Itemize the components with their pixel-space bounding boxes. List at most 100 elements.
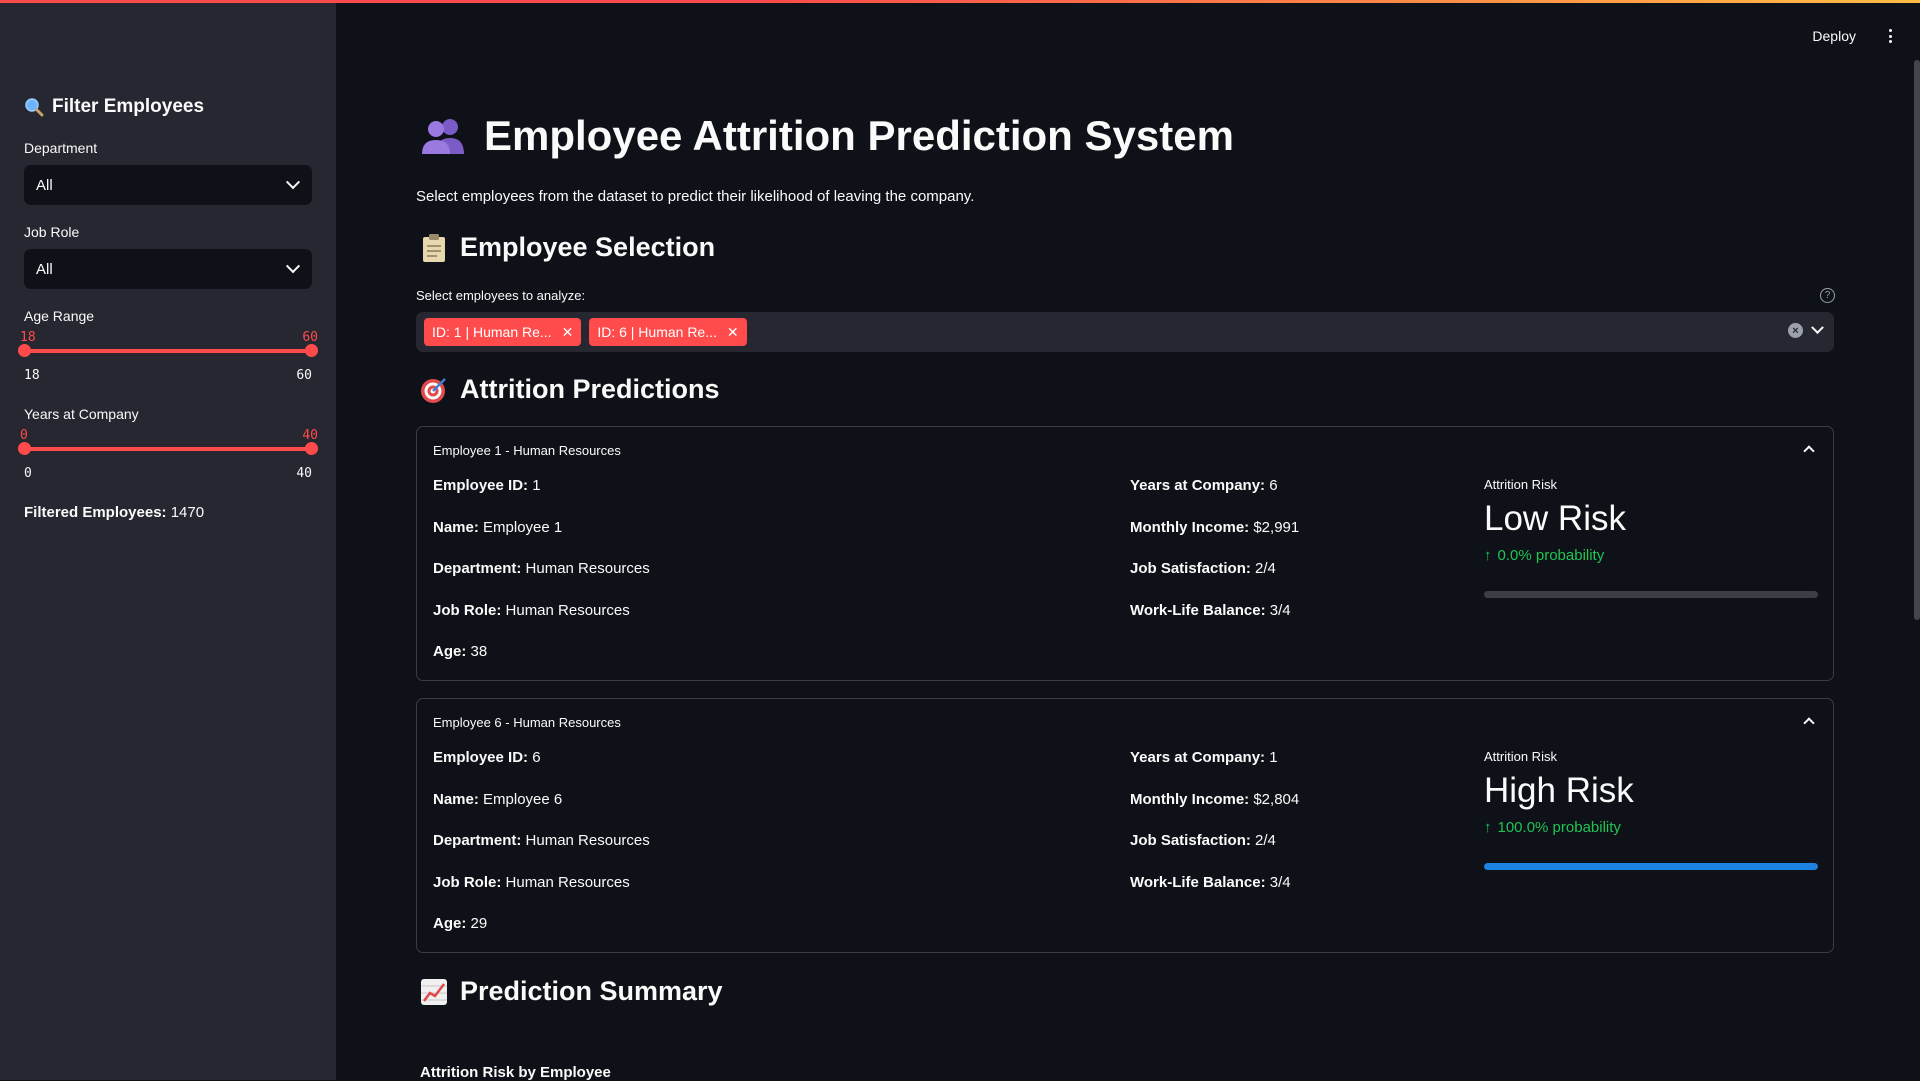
chart-title: Attrition Risk by Employee <box>420 1064 611 1081</box>
job-role-field: Job Role: Human Resources <box>433 602 630 619</box>
years-low-handle[interactable] <box>18 442 31 455</box>
chip-label: ID: 1 | Human Re... <box>432 324 552 340</box>
attrition-predictions-heading: Attrition Predictions <box>420 374 720 405</box>
prediction-summary-heading-text: Prediction Summary <box>460 976 723 1006</box>
work-life-balance-field: Work-Life Balance: 3/4 <box>1130 874 1291 891</box>
years-at-company-label: Years at Company <box>24 406 139 422</box>
age-range-low-handle[interactable] <box>18 344 31 357</box>
name-field: Name: Employee 1 <box>433 519 563 536</box>
filtered-value: 1470 <box>170 504 205 521</box>
years-high-value: 40 <box>302 428 318 443</box>
years-max-tick: 40 <box>296 466 312 481</box>
chip-remove-icon[interactable]: ✕ <box>727 324 739 341</box>
card-header[interactable]: Employee 6 - Human Resources <box>433 715 621 730</box>
metric-delta: ↑ 100.0% probability <box>1484 819 1621 836</box>
app-header-actions: Deploy <box>1806 24 1896 48</box>
target-icon <box>420 376 448 404</box>
department-select[interactable]: All <box>24 165 312 205</box>
years-high-handle[interactable] <box>305 442 318 455</box>
page-title-text: Employee Attrition Prediction System <box>484 112 1234 159</box>
card-header[interactable]: Employee 1 - Human Resources <box>433 443 621 458</box>
age-range-low-value: 18 <box>20 330 36 345</box>
years-at-company-field: Years at Company: 1 <box>1130 749 1278 766</box>
kebab-menu-icon[interactable] <box>1884 26 1896 46</box>
metric-delta: ↑ 0.0% probability <box>1484 547 1604 564</box>
probability-progress-bar <box>1484 591 1818 598</box>
selected-chip[interactable]: ID: 6 | Human Re... ✕ <box>589 318 747 346</box>
selected-chip[interactable]: ID: 1 | Human Re... ✕ <box>424 318 582 346</box>
progress-fill <box>1484 863 1818 870</box>
job-role-label: Job Role <box>24 224 80 240</box>
monthly-income-field: Monthly Income: $2,804 <box>1130 791 1300 808</box>
attrition-predictions-heading-text: Attrition Predictions <box>460 374 720 404</box>
years-at-company-field: Years at Company: 6 <box>1130 477 1278 494</box>
chevron-down-icon <box>285 175 301 190</box>
employee-selection-heading-text: Employee Selection <box>460 232 716 262</box>
age-range-min-tick: 18 <box>24 368 40 383</box>
age-range-high-value: 60 <box>302 330 318 345</box>
department-field: Department: Human Resources <box>433 560 650 577</box>
department-label: Department <box>24 140 98 156</box>
name-field: Name: Employee 6 <box>433 791 563 808</box>
arrow-up-icon: ↑ <box>1484 547 1492 564</box>
deploy-button[interactable]: Deploy <box>1806 24 1862 48</box>
scrollbar[interactable] <box>1914 60 1920 620</box>
chevron-up-icon[interactable] <box>1803 445 1815 457</box>
metric-delta-text: 0.0% probability <box>1497 547 1605 564</box>
years-min-tick: 0 <box>24 466 32 481</box>
prediction-summary-heading: Prediction Summary <box>420 976 723 1007</box>
job-role-select[interactable]: All <box>24 249 312 289</box>
years-track[interactable] <box>24 447 312 451</box>
sidebar-title: Filter Employees <box>24 96 204 118</box>
monthly-income-field: Monthly Income: $2,991 <box>1130 519 1300 536</box>
probability-progress-bar <box>1484 863 1818 870</box>
multiselect-label: Select employees to analyze: <box>416 288 586 303</box>
employee-card: Employee 1 - Human Resources Employee ID… <box>416 426 1834 681</box>
people-icon <box>420 116 466 156</box>
employee-selection-heading: Employee Selection <box>420 232 715 263</box>
age-field: Age: 29 <box>433 915 488 932</box>
top-decoration-bar <box>0 0 1920 3</box>
chip-label: ID: 6 | Human Re... <box>597 324 717 340</box>
clipboard-icon <box>420 233 448 263</box>
department-select-value: All <box>36 176 53 194</box>
age-field: Age: 38 <box>433 643 488 660</box>
chart-increasing-icon <box>420 978 448 1006</box>
arrow-up-icon: ↑ <box>1484 819 1492 836</box>
job-satisfaction-field: Job Satisfaction: 2/4 <box>1130 560 1276 577</box>
job-role-select-value: All <box>36 260 53 278</box>
help-icon[interactable]: ? <box>1820 288 1835 303</box>
magnifier-icon <box>24 97 44 117</box>
years-low-value: 0 <box>20 428 28 443</box>
sidebar: Filter Employees Department All Job Role… <box>0 0 336 1080</box>
filtered-label: Filtered Employees: <box>24 504 167 521</box>
age-range-slider[interactable]: 18 60 18 60 <box>18 330 318 390</box>
chevron-up-icon[interactable] <box>1803 717 1815 729</box>
employee-multiselect[interactable]: ID: 1 | Human Re... ✕ ID: 6 | Human Re..… <box>416 312 1834 352</box>
work-life-balance-field: Work-Life Balance: 3/4 <box>1130 602 1291 619</box>
years-at-company-slider[interactable]: 0 40 0 40 <box>18 428 318 488</box>
age-range-track[interactable] <box>24 349 312 353</box>
employee-id-field: Employee ID: 6 <box>433 749 541 766</box>
metric-value: High Risk <box>1484 771 1634 810</box>
chevron-down-icon <box>285 259 301 274</box>
age-range-max-tick: 60 <box>296 368 312 383</box>
age-range-high-handle[interactable] <box>305 344 318 357</box>
employee-card: Employee 6 - Human Resources Employee ID… <box>416 698 1834 953</box>
main-content: Deploy Employee Attrition Prediction Sys… <box>336 0 1920 1081</box>
job-role-field: Job Role: Human Resources <box>433 874 630 891</box>
employee-id-field: Employee ID: 1 <box>433 477 541 494</box>
metric-label: Attrition Risk <box>1484 477 1557 492</box>
page-subtitle: Select employees from the dataset to pre… <box>416 188 975 205</box>
page-title: Employee Attrition Prediction System <box>420 112 1234 160</box>
chip-remove-icon[interactable]: ✕ <box>562 324 574 341</box>
department-field: Department: Human Resources <box>433 832 650 849</box>
clear-all-icon[interactable]: × <box>1788 323 1803 338</box>
chevron-down-icon[interactable] <box>1811 321 1824 335</box>
age-range-label: Age Range <box>24 308 95 324</box>
job-satisfaction-field: Job Satisfaction: 2/4 <box>1130 832 1276 849</box>
filtered-employees-count: Filtered Employees: 1470 <box>24 504 204 521</box>
sidebar-title-text: Filter Employees <box>52 96 205 117</box>
metric-label: Attrition Risk <box>1484 749 1557 764</box>
metric-value: Low Risk <box>1484 499 1626 538</box>
